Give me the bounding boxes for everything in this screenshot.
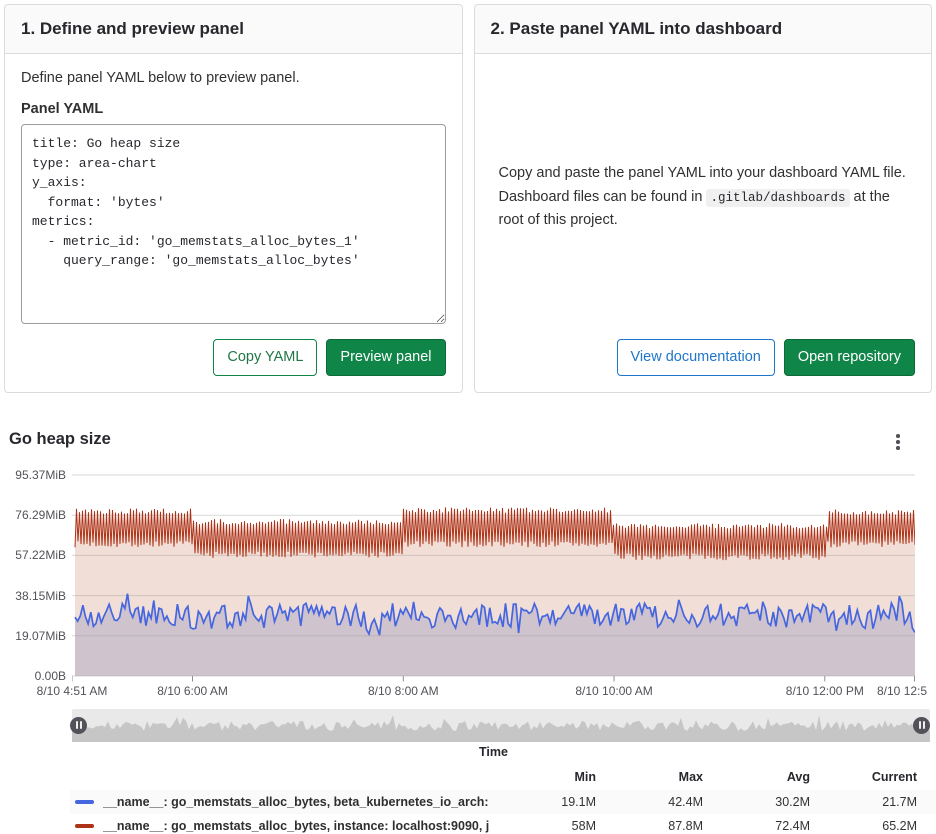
paste-card-actions: View documentation Open repository [491,339,916,376]
open-repository-button[interactable]: Open repository [784,339,915,376]
dashboards-path-code: .gitlab/dashboards [706,189,849,207]
view-documentation-button[interactable]: View documentation [617,339,775,376]
x-axis-label: 8/10 12:00 PM [786,684,864,698]
series-avg-value: 72.4M [703,819,810,833]
define-panel-card: 1. Define and preview panel Define panel… [4,4,463,393]
copy-yaml-button[interactable]: Copy YAML [213,339,317,376]
legend-series-row[interactable]: __name__: go_memstats_alloc_bytes, beta_… [70,790,936,814]
timeline-brush[interactable] [72,709,930,742]
chart-title: Go heap size [9,430,111,449]
paste-yaml-card: 2. Paste panel YAML into dashboard Copy … [474,4,933,393]
brush-handle-right[interactable] [913,717,930,734]
series-min-value: 19.1M [489,795,596,809]
y-axis-label: 0.00B [4,669,66,683]
define-card-body: Define panel YAML below to preview panel… [5,54,462,392]
brush-minimap [72,709,930,742]
series-min-value: 58M [489,819,596,833]
panel-yaml-label: Panel YAML [21,101,446,117]
define-card-header: 1. Define and preview panel [5,5,462,54]
x-axis-label: 8/10 12:5 [877,684,927,698]
paste-card-description: Copy and paste the panel YAML into your … [491,162,916,232]
define-card-title: 1. Define and preview panel [21,18,446,40]
y-axis-label: 76.29MiB [4,508,66,522]
legend-column-header: Max [596,770,703,784]
series-current-value: 21.7M [810,795,917,809]
series-label: __name__: go_memstats_alloc_bytes, insta… [103,819,489,833]
y-axis-label: 95.37MiB [4,468,66,482]
y-axis-label: 19.07MiB [4,629,66,643]
y-axis-label: 57.22MiB [4,548,66,562]
series-max-value: 42.4M [596,795,703,809]
legend-column-headers: MinMaxAvgCurrent [70,766,936,788]
instruction-cards-row: 1. Define and preview panel Define panel… [4,4,932,393]
legend-table: __name__: go_memstats_alloc_bytes, beta_… [70,790,936,834]
preview-panel-button[interactable]: Preview panel [326,339,445,376]
area-chart-plot[interactable] [72,467,915,685]
define-card-actions: Copy YAML Preview panel [21,339,446,376]
x-axis-label: 8/10 4:51 AM [37,684,108,698]
panel-menu-kebab-icon[interactable] [890,432,906,452]
paste-card-body: Copy and paste the panel YAML into your … [475,54,932,392]
legend-column-header: Current [810,770,917,784]
panel-yaml-input[interactable]: title: Go heap size type: area-chart y_a… [21,124,446,324]
legend-column-header: Min [489,770,596,784]
series-color-swatch [75,824,94,828]
x-axis-title: Time [72,745,915,759]
go-heap-size-panel: Go heap size 95.37MiB 76.29MiB 57.22MiB 38.… [0,410,936,834]
x-axis-label: 8/10 8:00 AM [368,684,439,698]
y-axis-label: 38.15MiB [4,589,66,603]
legend-series-row[interactable]: __name__: go_memstats_alloc_bytes, insta… [70,814,936,834]
series-max-value: 87.8M [596,819,703,833]
series-color-swatch [75,800,94,804]
series-avg-value: 30.2M [703,795,810,809]
x-axis-label: 8/10 10:00 AM [575,684,652,698]
legend-column-header: Avg [703,770,810,784]
define-card-description: Define panel YAML below to preview panel… [21,70,446,86]
brush-handle-left[interactable] [70,717,87,734]
series-label: __name__: go_memstats_alloc_bytes, beta_… [103,795,489,809]
metrics-panel-preview-page: 1. Define and preview panel Define panel… [0,0,936,834]
series-current-value: 65.2M [810,819,917,833]
paste-card-header: 2. Paste panel YAML into dashboard [475,5,932,54]
paste-card-title: 2. Paste panel YAML into dashboard [491,18,916,40]
x-axis-label: 8/10 6:00 AM [157,684,228,698]
